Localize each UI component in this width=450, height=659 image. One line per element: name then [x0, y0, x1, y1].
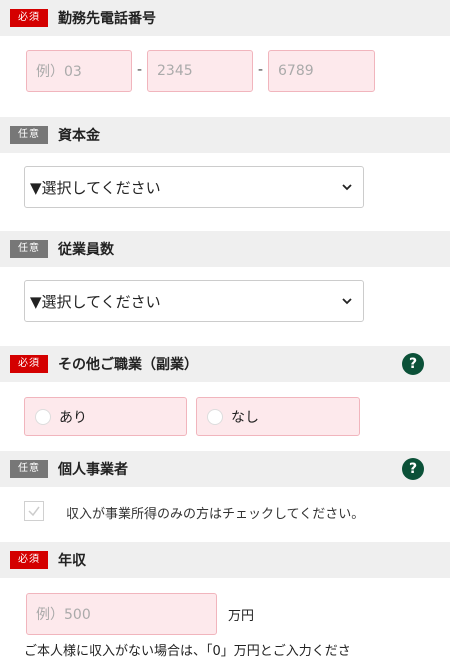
side-job-title: その他ご職業（副業）: [58, 357, 198, 373]
required-badge: 必須: [10, 355, 48, 373]
phone-section-header: 必須 勤務先電話番号: [0, 0, 450, 36]
phone-separator: -: [137, 62, 143, 78]
help-icon[interactable]: ?: [402, 353, 424, 375]
employees-select-value: ▼選択してください: [30, 292, 161, 311]
sole-proprietor-title: 個人事業者: [58, 462, 128, 478]
required-badge: 必須: [10, 9, 48, 27]
capital-section-header: 任意 資本金: [0, 117, 450, 153]
phone-number-input[interactable]: 6789: [268, 50, 375, 92]
employees-section-header: 任意 従業員数: [0, 231, 450, 267]
phone-title: 勤務先電話番号: [58, 11, 156, 27]
radio-option-yes[interactable]: あり: [24, 397, 187, 436]
side-job-section-header: 必須 その他ご職業（副業） ?: [0, 346, 450, 382]
chevron-down-icon: [342, 298, 352, 305]
phone-area-code-input[interactable]: 例）03: [26, 50, 132, 92]
radio-option-label: あり: [59, 409, 87, 426]
capital-select-value: ▼選択してください: [30, 178, 161, 197]
employees-title: 従業員数: [58, 242, 114, 258]
income-title: 年収: [58, 553, 86, 569]
sole-proprietor-section-header: 任意 個人事業者 ?: [0, 451, 450, 487]
sole-proprietor-checkbox[interactable]: [24, 501, 44, 521]
optional-badge: 任意: [10, 460, 48, 478]
radio-circle-icon: [35, 408, 51, 425]
radio-option-label: なし: [231, 409, 259, 426]
help-icon[interactable]: ?: [402, 458, 424, 480]
phone-exchange-input[interactable]: 2345: [147, 50, 253, 92]
income-unit-label: 万円: [228, 609, 255, 624]
optional-badge: 任意: [10, 240, 48, 258]
income-note: ご本人様に収入がない場合は、「0」万円とご入力くださ: [24, 644, 351, 659]
income-input[interactable]: 例）500: [26, 593, 217, 635]
income-section-header: 必須 年収: [0, 542, 450, 578]
optional-badge: 任意: [10, 126, 48, 144]
phone-separator: -: [258, 62, 264, 78]
sole-proprietor-checkbox-label: 収入が事業所得のみの方はチェックしてください。: [66, 507, 365, 522]
required-badge: 必須: [10, 551, 48, 569]
radio-option-no[interactable]: なし: [196, 397, 360, 436]
capital-select[interactable]: ▼選択してください: [24, 166, 364, 208]
capital-title: 資本金: [58, 128, 100, 144]
check-icon: [28, 506, 40, 517]
employees-select[interactable]: ▼選択してください: [24, 280, 364, 322]
radio-circle-icon: [207, 408, 223, 425]
chevron-down-icon: [342, 184, 352, 191]
